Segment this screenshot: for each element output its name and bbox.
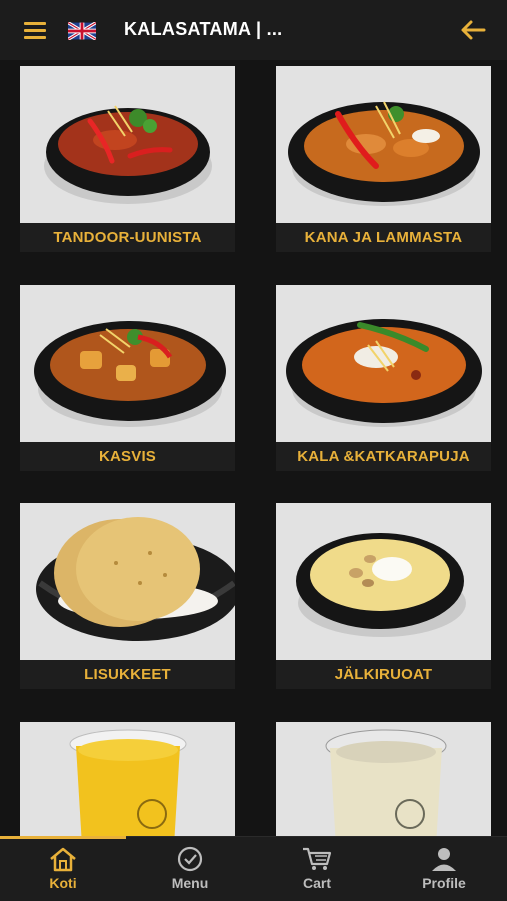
category-grid: TANDOOR-UUNISTA KANA JA LAMMASTA KASVIS …: [0, 60, 507, 836]
category-label: TANDOOR-UUNISTA: [20, 223, 235, 252]
tandoori-dish-image: [20, 66, 235, 223]
papadum-basket-image: [20, 503, 235, 660]
active-tab-indicator: [0, 836, 126, 839]
nav-item-profile[interactable]: Profile: [381, 840, 507, 896]
category-label: KANA JA LAMMASTA: [276, 223, 491, 252]
category-card-drinks-1[interactable]: [20, 722, 235, 836]
category-card-kala-katkarapuja[interactable]: KALA &KATKARAPUJA: [276, 285, 491, 471]
nav-label: Cart: [302, 875, 331, 891]
nav-label: Profile: [422, 875, 466, 891]
hamburger-menu-icon[interactable]: [24, 22, 46, 39]
app-header: KALASATAMA | ...: [0, 0, 507, 60]
uk-flag-icon[interactable]: [68, 22, 96, 40]
fish-shrimp-curry-image: [276, 285, 491, 442]
cart-icon: [303, 847, 332, 870]
home-icon: [50, 847, 76, 872]
category-card-kana-lammasta[interactable]: KANA JA LAMMASTA: [276, 66, 491, 252]
category-card-kasvis[interactable]: KASVIS: [20, 285, 235, 471]
nav-label: Koti: [49, 875, 77, 891]
category-card-drinks-2[interactable]: [276, 722, 491, 836]
category-label: LISUKKEET: [20, 660, 235, 689]
vegetable-curry-image: [20, 285, 235, 442]
mango-lassi-cup-image: [20, 722, 235, 836]
category-label: KALA &KATKARAPUJA: [276, 442, 491, 471]
nav-label: Menu: [171, 875, 209, 891]
category-card-lisukkeet[interactable]: LISUKKEET: [20, 503, 235, 689]
nav-item-menu[interactable]: Menu: [127, 840, 253, 896]
check-circle-icon: [177, 846, 203, 872]
category-label: JÄLKIRUOAT: [276, 660, 491, 689]
arrow-left-icon[interactable]: [460, 18, 486, 42]
category-card-tandoor[interactable]: TANDOOR-UUNISTA: [20, 66, 235, 252]
profile-icon: [432, 848, 456, 871]
category-label: KASVIS: [20, 442, 235, 471]
nav-item-koti[interactable]: Koti: [0, 840, 126, 896]
lassi-cup-image: [276, 722, 491, 836]
kheer-dessert-image: [276, 503, 491, 660]
nav-item-cart[interactable]: Cart: [254, 840, 380, 896]
page-title: KALASATAMA | ...: [124, 19, 283, 39]
category-card-jalkiruoat[interactable]: JÄLKIRUOAT: [276, 503, 491, 689]
chicken-lamb-curry-image: [276, 66, 491, 223]
